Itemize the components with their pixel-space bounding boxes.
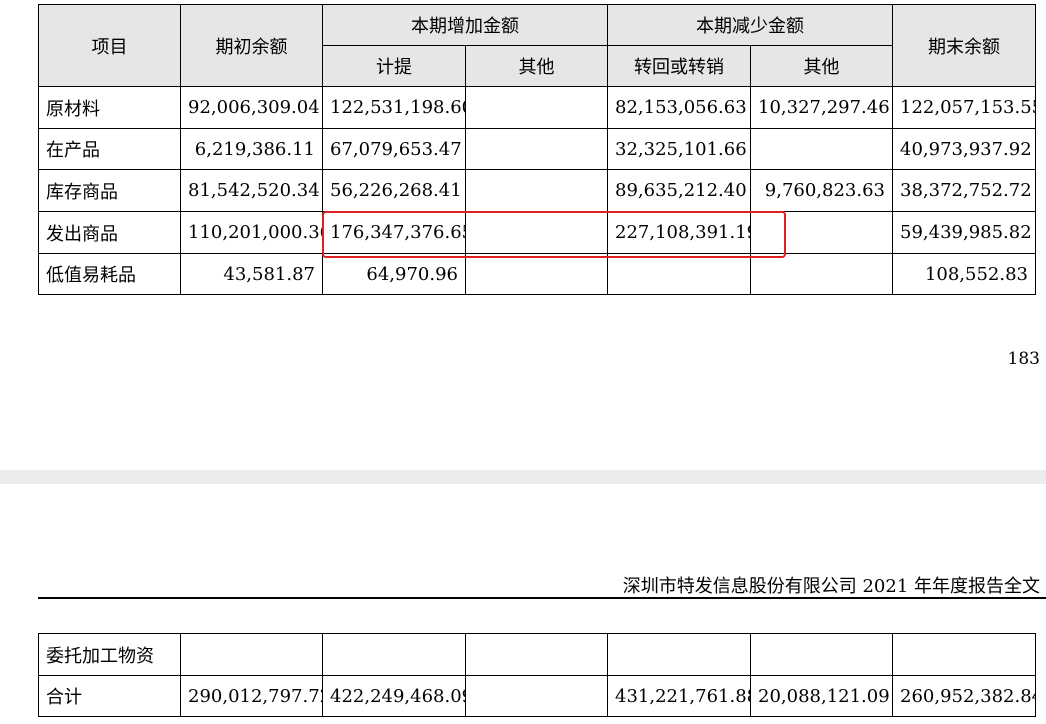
table-row: 库存商品 81,542,520.34 56,226,268.41 89,635,… [38, 169, 1036, 212]
header-reversal: 转回或转销 [607, 45, 751, 87]
row-decrease-other [750, 253, 893, 295]
row-decrease-other: 10,327,297.46 [750, 86, 893, 129]
inventory-impairment-table-continued: 委托加工物资 合计 290,012,797.72 422,249,468.09 … [38, 633, 1036, 717]
row-increase-other [465, 169, 608, 212]
row-provision [322, 633, 466, 676]
header-decrease-group: 本期减少金额 [607, 4, 893, 46]
row-increase-other [465, 86, 608, 129]
table-row-total: 合计 290,012,797.72 422,249,468.09 431,221… [38, 675, 1036, 717]
header-decrease-other: 其他 [750, 45, 893, 87]
row-closing [892, 633, 1036, 676]
row-decrease-other: 9,760,823.63 [750, 169, 893, 212]
header-increase-group: 本期增加金额 [322, 4, 608, 46]
row-item: 委托加工物资 [38, 633, 181, 676]
row-reversal [607, 253, 751, 295]
row-item: 在产品 [38, 128, 181, 170]
row-closing: 260,952,382.84 [892, 675, 1036, 717]
highlight-annotation-box [322, 211, 786, 258]
row-decrease-other [750, 128, 893, 170]
row-closing: 108,552.83 [892, 253, 1036, 295]
page-break-divider [0, 470, 1046, 484]
row-provision: 67,079,653.47 [322, 128, 466, 170]
row-opening: 290,012,797.72 [180, 675, 323, 717]
row-decrease-other: 20,088,121.09 [750, 675, 893, 717]
row-reversal: 32,325,101.66 [607, 128, 751, 170]
row-reversal: 89,635,212.40 [607, 169, 751, 212]
header-opening-balance: 期初余额 [180, 4, 323, 87]
table-row: 委托加工物资 [38, 633, 1036, 676]
row-increase-other [465, 633, 608, 676]
row-item: 库存商品 [38, 169, 181, 212]
row-opening: 92,006,309.04 [180, 86, 323, 129]
row-opening: 110,201,000.36 [180, 211, 323, 254]
row-reversal: 82,153,056.63 [607, 86, 751, 129]
row-item: 原材料 [38, 86, 181, 129]
row-closing: 38,372,752.72 [892, 169, 1036, 212]
row-provision: 64,970.96 [322, 253, 466, 295]
row-item: 合计 [38, 675, 181, 717]
header-closing-balance: 期末余额 [892, 4, 1036, 87]
row-provision: 422,249,468.09 [322, 675, 466, 717]
header-increase-other: 其他 [465, 45, 608, 87]
table-row: 原材料 92,006,309.04 122,531,198.60 82,153,… [38, 86, 1036, 129]
row-opening [180, 633, 323, 676]
row-closing: 40,973,937.92 [892, 128, 1036, 170]
row-reversal: 431,221,761.88 [607, 675, 751, 717]
row-item: 发出商品 [38, 211, 181, 254]
table-row: 低值易耗品 43,581.87 64,970.96 108,552.83 [38, 253, 1036, 295]
row-provision: 56,226,268.41 [322, 169, 466, 212]
row-reversal [607, 633, 751, 676]
header-rule [38, 597, 1046, 599]
header-provision: 计提 [322, 45, 466, 87]
row-closing: 59,439,985.82 [892, 211, 1036, 254]
row-increase-other [465, 253, 608, 295]
row-item: 低值易耗品 [38, 253, 181, 295]
row-opening: 43,581.87 [180, 253, 323, 295]
row-provision: 122,531,198.60 [322, 86, 466, 129]
row-increase-other [465, 675, 608, 717]
header-item: 项目 [38, 4, 181, 87]
row-decrease-other [750, 633, 893, 676]
row-increase-other [465, 128, 608, 170]
page-number: 183 [1007, 349, 1040, 369]
row-closing: 122,057,153.55 [892, 86, 1036, 129]
table-row: 在产品 6,219,386.11 67,079,653.47 32,325,10… [38, 128, 1036, 170]
row-opening: 81,542,520.34 [180, 169, 323, 212]
running-header: 深圳市特发信息股份有限公司 2021 年年度报告全文 [622, 576, 1040, 597]
row-opening: 6,219,386.11 [180, 128, 323, 170]
